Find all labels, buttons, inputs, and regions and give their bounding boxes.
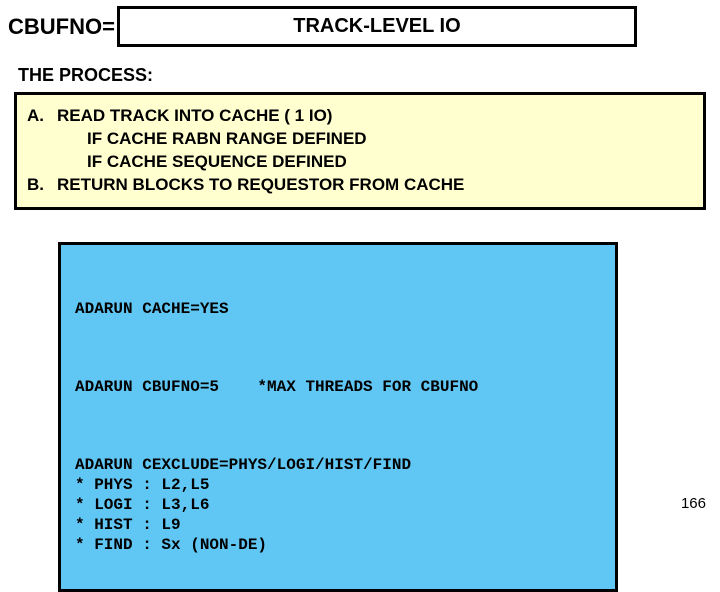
title-box: TRACK-LEVEL IO — [117, 6, 637, 47]
process-text: IF CACHE RABN RANGE DEFINED — [57, 128, 367, 151]
list-marker — [27, 128, 57, 151]
list-marker: A. — [27, 105, 57, 128]
header-row: CBUFNO= TRACK-LEVEL IO — [0, 0, 720, 47]
process-line: IF CACHE RABN RANGE DEFINED — [27, 128, 693, 151]
process-line: B. RETURN BLOCKS TO REQUESTOR FROM CACHE — [27, 174, 693, 197]
cbufno-label: CBUFNO= — [8, 14, 115, 40]
list-marker — [27, 151, 57, 174]
code-block: ADARUN CACHE=YES — [75, 299, 601, 319]
title-text: TRACK-LEVEL IO — [293, 15, 460, 37]
process-line: IF CACHE SEQUENCE DEFINED — [27, 151, 693, 174]
list-marker: B. — [27, 174, 57, 197]
process-text: RETURN BLOCKS TO REQUESTOR FROM CACHE — [57, 174, 464, 197]
process-box: A. READ TRACK INTO CACHE ( 1 IO) IF CACH… — [14, 92, 706, 210]
page-number: 166 — [681, 495, 706, 512]
process-line: A. READ TRACK INTO CACHE ( 1 IO) — [27, 105, 693, 128]
process-heading: THE PROCESS: — [0, 47, 720, 92]
code-box: ADARUN CACHE=YES ADARUN CBUFNO=5 *MAX TH… — [58, 242, 618, 592]
process-text: IF CACHE SEQUENCE DEFINED — [57, 151, 347, 174]
code-block: ADARUN CBUFNO=5 *MAX THREADS FOR CBUFNO — [75, 377, 601, 397]
process-text: READ TRACK INTO CACHE ( 1 IO) — [57, 105, 332, 128]
